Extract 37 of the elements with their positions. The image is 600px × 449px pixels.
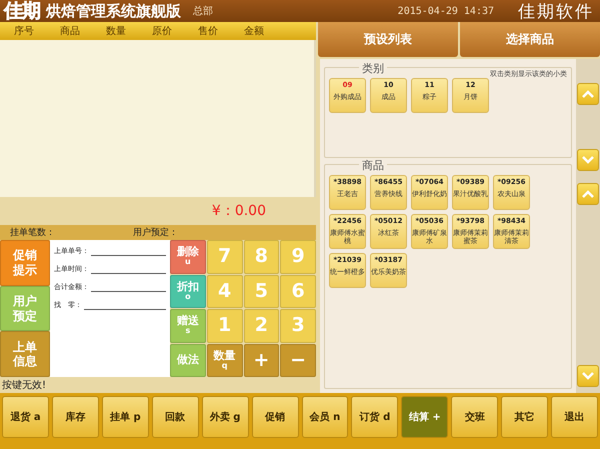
function-button[interactable]: 交班 — [451, 396, 498, 438]
function-button[interactable]: 结算 + — [401, 396, 448, 438]
function-button[interactable]: 订货 d — [351, 396, 398, 438]
column-header: 金额 — [244, 24, 265, 38]
app-title: 烘焙管理系统旗舰版 — [46, 2, 181, 20]
function-button[interactable]: 库存 — [52, 396, 99, 438]
column-header: 数量 — [106, 25, 127, 38]
group-legend: 类别 — [359, 61, 387, 76]
function-button[interactable]: 回款 — [152, 396, 199, 438]
pending-count-label: 挂单笔数： — [10, 226, 55, 239]
function-button[interactable]: 其它 — [501, 396, 548, 438]
column-header: 商品 — [60, 24, 81, 38]
scroll-up-button[interactable] — [577, 83, 599, 105]
scroll-up-button[interactable] — [577, 183, 599, 205]
column-header: 售价 — [198, 25, 219, 38]
scroll-down-button[interactable] — [577, 149, 599, 171]
total-amount: ¥：0.00 — [212, 202, 266, 220]
chevron-up-icon — [581, 189, 595, 199]
function-button[interactable]: 促销 — [252, 396, 299, 438]
function-button[interactable]: 外卖 g — [202, 396, 249, 438]
chevron-down-icon — [581, 371, 595, 381]
column-header: 序号 — [14, 24, 35, 38]
status-message: 按键无效! — [2, 378, 46, 392]
scroll-down-button[interactable] — [577, 365, 599, 387]
column-header: 原价 — [152, 25, 173, 38]
chevron-down-icon — [581, 155, 595, 165]
date-time: 2015-04-29 14:37 — [398, 6, 494, 16]
function-button[interactable]: 退出 — [551, 396, 598, 438]
reservation-label: 用户预定： — [133, 226, 178, 239]
group-legend: 商品 — [359, 158, 387, 173]
logo-text: 佳期 — [4, 0, 40, 24]
branch-label: 总部 — [193, 4, 213, 18]
brand-name: 佳期软件 — [518, 0, 594, 22]
function-button[interactable]: 退货 a — [2, 396, 49, 438]
function-button[interactable]: 挂单 p — [102, 396, 149, 438]
chevron-up-icon — [581, 89, 595, 99]
function-button[interactable]: 会员 n — [302, 396, 348, 438]
